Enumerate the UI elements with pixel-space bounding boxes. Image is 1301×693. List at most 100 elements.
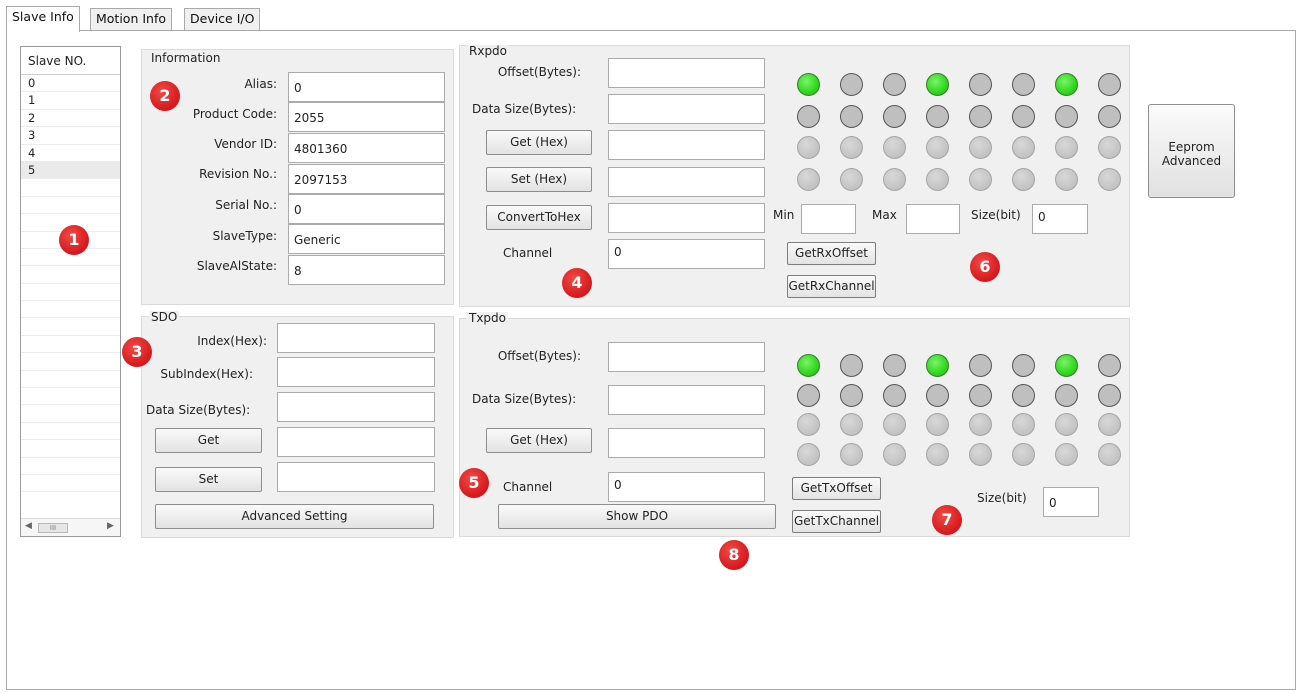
tab-device-io[interactable]: Device I/O <box>184 8 261 31</box>
slave-list-item-selected[interactable]: 5 <box>21 161 120 180</box>
tx-get-hex-field[interactable] <box>608 428 765 458</box>
led-off-indicator <box>969 354 992 377</box>
serial-no-label: Serial No.: <box>215 198 277 212</box>
eeprom-advanced-button[interactable]: Eeprom Advanced <box>1148 104 1235 198</box>
led-off-indicator <box>797 167 820 191</box>
revision-no-field[interactable]: 2097153 <box>288 164 445 194</box>
rx-datasize-field[interactable] <box>608 94 765 124</box>
get-rx-offset-button[interactable]: GetRxOffset <box>787 242 876 265</box>
led-off-indicator <box>1098 413 1121 436</box>
sdo-index-label: Index(Hex): <box>197 334 267 348</box>
led-off-indicator <box>969 136 992 159</box>
advanced-setting-button[interactable]: Advanced Setting <box>155 504 434 529</box>
tx-get-hex-button[interactable]: Get (Hex) <box>486 428 592 453</box>
revision-no-label: Revision No.: <box>199 167 277 181</box>
get-rx-channel-button[interactable]: GetRxChannel <box>787 275 876 298</box>
rx-set-hex-field[interactable] <box>608 167 765 197</box>
show-pdo-button[interactable]: Show PDO <box>498 504 776 529</box>
slave-list-header: Slave NO. <box>21 47 120 75</box>
led-off-indicator <box>840 136 863 159</box>
tab-motion-info[interactable]: Motion Info <box>90 8 173 31</box>
led-off-indicator <box>1098 354 1121 377</box>
annotation-badge-6: 6 <box>970 252 1000 282</box>
slave-list-item[interactable]: 1 <box>21 92 120 110</box>
sdo-subindex-field[interactable] <box>277 357 435 387</box>
led-off-indicator <box>926 136 949 159</box>
scroll-thumb[interactable]: III <box>38 523 68 533</box>
annotation-badge-1: 1 <box>59 225 89 255</box>
slave-list-item[interactable]: 2 <box>21 110 120 128</box>
empty-row <box>21 458 120 475</box>
led-off-indicator <box>1055 413 1078 436</box>
led-on-indicator <box>926 73 949 96</box>
slave-list-item[interactable]: 0 <box>21 75 120 93</box>
rx-min-label: Min <box>773 208 795 222</box>
product-code-field[interactable]: 2055 <box>288 102 445 132</box>
tx-datasize-field[interactable] <box>608 385 765 415</box>
rx-max-field[interactable] <box>906 204 960 234</box>
empty-row <box>21 423 120 441</box>
tx-channel-label: Channel <box>503 480 553 494</box>
horizontal-scrollbar[interactable]: ◀ III ▶ <box>21 518 120 536</box>
scroll-right-icon[interactable]: ▶ <box>107 521 114 531</box>
rx-set-hex-button[interactable]: Set (Hex) <box>486 167 592 192</box>
slave-type-field[interactable]: Generic <box>288 224 445 254</box>
rx-get-hex-button[interactable]: Get (Hex) <box>486 130 592 155</box>
tab-label: Device I/O <box>190 11 255 26</box>
empty-row <box>21 388 120 406</box>
led-off-indicator <box>1098 442 1121 466</box>
sdo-get-button[interactable]: Get <box>155 428 262 453</box>
rx-sizebit-field[interactable]: 0 <box>1032 204 1088 234</box>
tab-label: Motion Info <box>96 11 167 26</box>
led-off-indicator <box>840 167 863 191</box>
led-off-indicator <box>1055 167 1078 191</box>
led-off-indicator <box>1098 167 1121 191</box>
slave-list-item[interactable]: 4 <box>21 145 120 162</box>
convert-to-hex-button[interactable]: ConvertToHex <box>486 205 592 230</box>
led-off-indicator <box>883 73 906 96</box>
led-off-indicator <box>883 167 906 191</box>
annotation-badge-5: 5 <box>459 468 489 498</box>
led-off-indicator <box>1012 167 1035 191</box>
empty-row <box>21 284 120 302</box>
slave-type-label: SlaveType: <box>212 229 277 243</box>
led-off-indicator <box>969 383 992 407</box>
led-off-indicator <box>840 413 863 436</box>
empty-row <box>21 179 120 197</box>
get-tx-offset-button[interactable]: GetTxOffset <box>792 477 881 500</box>
sdo-index-field[interactable] <box>277 323 435 353</box>
slave-al-state-field[interactable]: 8 <box>288 255 445 285</box>
led-off-indicator <box>926 383 949 407</box>
serial-no-field[interactable]: 0 <box>288 194 445 224</box>
tx-sizebit-field[interactable]: 0 <box>1043 487 1099 517</box>
led-off-indicator <box>840 354 863 377</box>
led-off-indicator <box>797 383 820 407</box>
led-off-indicator <box>840 104 863 128</box>
led-off-indicator <box>969 167 992 191</box>
tx-offset-field[interactable] <box>608 342 765 372</box>
led-off-indicator <box>1012 442 1035 466</box>
sdo-datasize-field[interactable] <box>277 392 435 422</box>
slave-list-item[interactable]: 3 <box>21 127 120 145</box>
scroll-left-icon[interactable]: ◀ <box>25 521 32 531</box>
get-tx-channel-button[interactable]: GetTxChannel <box>792 510 881 533</box>
vendor-id-label: Vendor ID: <box>214 137 277 151</box>
rx-convert-field[interactable] <box>608 203 765 233</box>
rx-get-hex-field[interactable] <box>608 130 765 160</box>
vendor-id-field[interactable]: 4801360 <box>288 133 445 163</box>
alias-field[interactable]: 0 <box>288 72 445 102</box>
tab-slave-info[interactable]: Slave Info <box>6 6 80 32</box>
rx-offset-field[interactable] <box>608 58 765 88</box>
sdo-set-button[interactable]: Set <box>155 467 262 492</box>
rx-channel-field[interactable]: 0 <box>608 239 765 269</box>
rx-min-field[interactable] <box>801 204 856 234</box>
sdo-get-field[interactable] <box>277 427 435 457</box>
tx-channel-field[interactable]: 0 <box>608 472 765 502</box>
annotation-badge-2: 2 <box>150 81 180 111</box>
slave-list[interactable]: Slave NO. 0 1 2 3 4 5 ◀ III ▶ <box>20 46 121 537</box>
led-off-indicator <box>1098 73 1121 96</box>
information-title: Information <box>149 51 223 65</box>
led-off-indicator <box>1055 383 1078 407</box>
led-off-indicator <box>926 104 949 128</box>
sdo-set-field[interactable] <box>277 462 435 492</box>
